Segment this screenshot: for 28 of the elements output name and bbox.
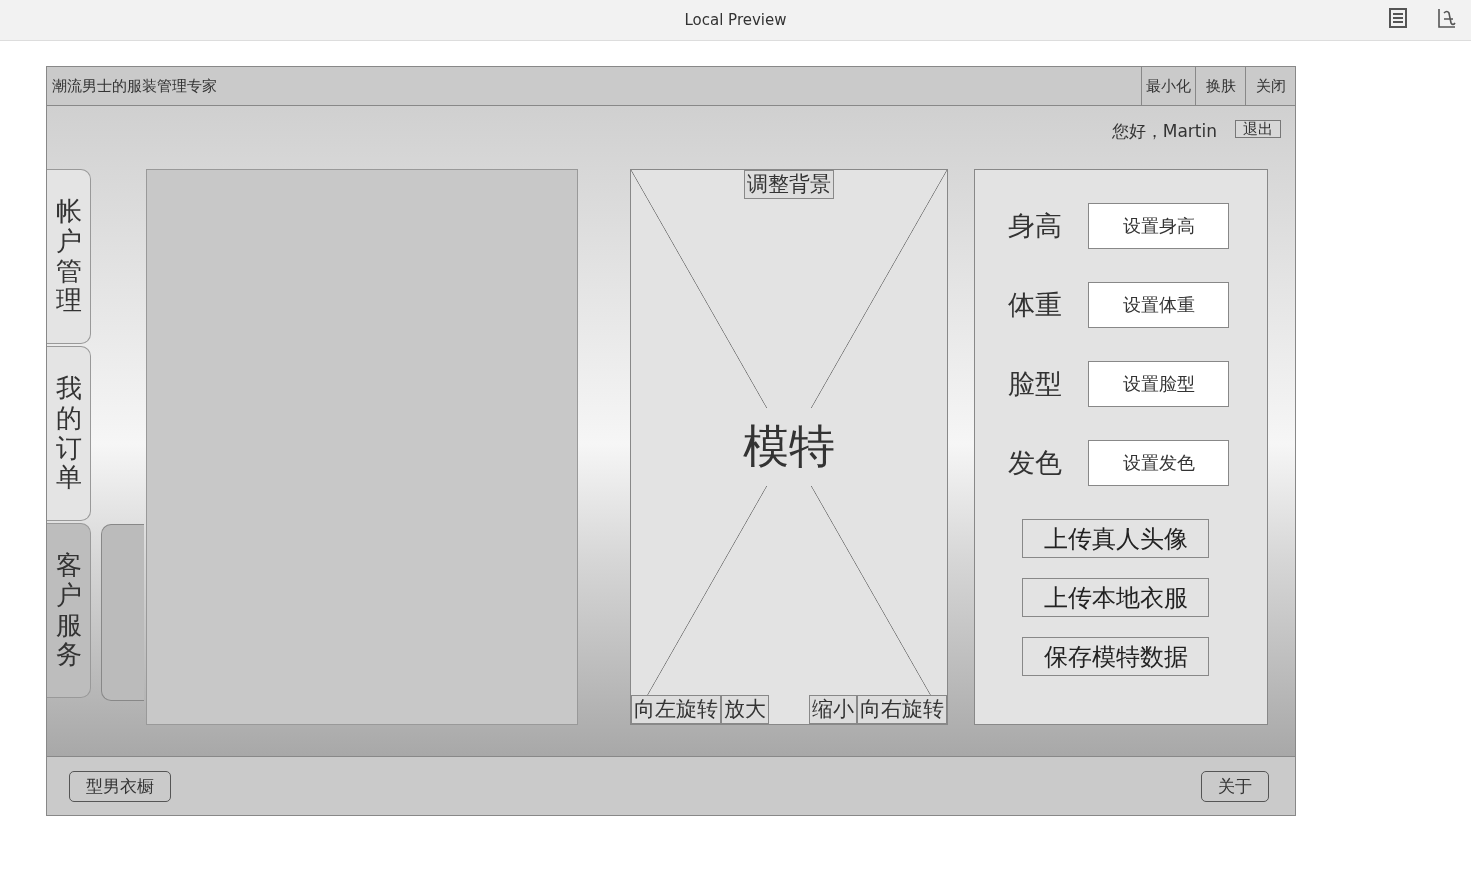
side-tab[interactable]: 我的订单 [47,346,91,521]
setting-label: 身高 [1008,209,1063,243]
setting-button[interactable]: 设置脸型 [1088,361,1229,407]
page-title: Local Preview [684,11,787,29]
logout-button[interactable]: 退出 [1235,120,1281,138]
greeting: 您好，Martin [1111,119,1217,143]
about-button[interactable]: 关于 [1201,770,1269,802]
side-tab[interactable]: 客户服务 [47,523,91,698]
side-tab[interactable]: 帐户管理 [47,169,91,344]
setting-label: 脸型 [1008,367,1063,401]
document-icon[interactable] [1389,8,1407,28]
model-control-button[interactable]: 向左旋转 [631,695,721,724]
model-control-button[interactable]: 向右旋转 [857,695,947,724]
model-control-button[interactable]: 缩小 [809,695,857,724]
wardrobe-button[interactable]: 型男衣橱 [69,770,171,802]
formula-icon[interactable] [1437,8,1457,28]
action-button[interactable]: 上传本地衣服 [1022,578,1209,617]
setting-label: 发色 [1008,446,1063,480]
setting-button[interactable]: 设置发色 [1088,440,1229,486]
setting-button[interactable]: 设置身高 [1088,203,1229,249]
model-label: 模特 [741,408,837,486]
background-button[interactable]: 调整背景 [744,170,834,199]
action-button[interactable]: 上传真人头像 [1022,519,1209,558]
model-control-button[interactable]: 放大 [721,695,769,724]
setting-label: 体重 [1008,288,1063,322]
action-button[interactable]: 保存模特数据 [1022,637,1209,676]
window-title: 潮流男士的服装管理专家 [51,75,218,97]
setting-button[interactable]: 设置体重 [1088,282,1229,328]
